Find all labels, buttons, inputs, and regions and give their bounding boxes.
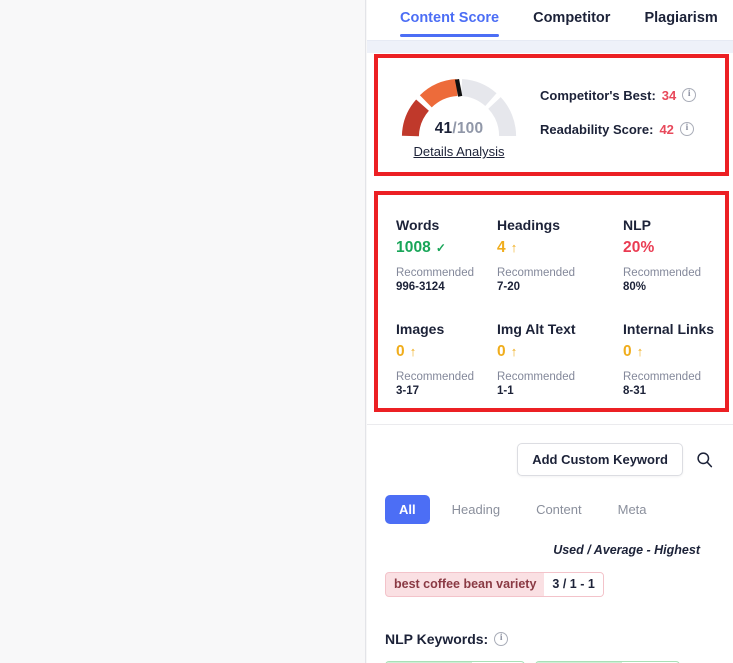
metric-internal-links: Internal Links 0 ↑ Recommended 8-31 xyxy=(623,321,725,425)
metric-nlp-rec-range: 80% xyxy=(623,281,647,294)
filter-all[interactable]: All xyxy=(385,495,430,524)
gauge-needle xyxy=(454,79,463,97)
gauge-score-max: /100 xyxy=(452,120,484,137)
readability-score-info-icon[interactable]: i xyxy=(679,122,694,136)
competitors-best-info-icon[interactable]: i xyxy=(682,88,697,102)
metric-headings-title: Headings xyxy=(497,217,561,233)
metric-words-title: Words xyxy=(396,217,440,233)
keywords-toolbar: Add Custom Keyword xyxy=(385,425,715,476)
metric-images-valueline: 0 ↑ xyxy=(396,343,497,361)
content-analysis-panel: Content Score Competitor Plagiarism 41/1… xyxy=(367,0,733,663)
metric-headings-rec-range: 7-20 xyxy=(497,281,521,294)
stat-readability-score-label: Readability Score: xyxy=(540,121,654,137)
metric-img-alt-text-valueline: 0 ↑ xyxy=(497,343,623,361)
nlp-keywords-heading: NLP Keywords: i xyxy=(385,631,715,647)
keyword-chip-count: 3 / 1 - 1 xyxy=(544,573,603,596)
metric-images-rec-label: Recommended xyxy=(396,371,474,383)
keyword-chip-name: best coffee bean variety xyxy=(394,577,537,591)
editor-canvas xyxy=(0,0,366,663)
metric-internal-links-title: Internal Links xyxy=(623,321,715,337)
tab-competitor[interactable]: Competitor xyxy=(533,0,610,36)
keyword-chip[interactable]: best coffee bean variety 3 / 1 - 1 xyxy=(385,572,604,597)
arrow-up-icon: ↑ xyxy=(510,240,518,255)
keyword-legend: Used / Average - Highest xyxy=(553,543,700,557)
metrics-grid-highlight: Words 1008 ✓ Recommended 996-3124 Headin… xyxy=(374,191,729,412)
metric-nlp-valueline: 20% xyxy=(623,239,725,257)
stat-competitors-best-label: Competitor's Best: xyxy=(540,87,656,103)
metric-words-value: 1008 xyxy=(396,239,431,256)
keywords-section: Add Custom Keyword All Heading Content M… xyxy=(367,424,733,663)
metric-images-value: 0 xyxy=(396,343,405,360)
metric-headings-value: 4 xyxy=(497,239,506,256)
metric-words-rec-range: 996-3124 xyxy=(396,281,445,294)
search-glyph xyxy=(696,452,712,468)
arrow-up-icon: ↑ xyxy=(409,344,417,359)
gauge-score-number: 41 xyxy=(434,120,453,137)
metric-nlp-value: 20% xyxy=(623,239,655,256)
content-score-gauge: 41/100 Details Analysis xyxy=(384,58,534,172)
stat-competitors-best: Competitor's Best: 34 i xyxy=(540,88,725,103)
metric-images-title: Images xyxy=(396,321,445,337)
keyword-chip-list: best coffee bean variety 3 / 1 - 1 xyxy=(385,572,715,597)
metric-img-alt-text: Img Alt Text 0 ↑ Recommended 1-1 xyxy=(497,321,623,425)
search-icon[interactable] xyxy=(693,449,715,471)
metric-words-valueline: 1008 ✓ xyxy=(396,239,497,257)
metric-nlp: NLP 20% Recommended 80% xyxy=(623,217,725,321)
gauge-score-value: 41/100 xyxy=(384,120,534,138)
keyword-filter-tabs: All Heading Content Meta xyxy=(385,495,715,524)
app-root: Content Score Competitor Plagiarism 41/1… xyxy=(0,0,733,663)
metric-headings-rec-label: Recommended xyxy=(497,267,575,279)
metric-internal-links-rec-label: Recommended xyxy=(623,371,701,383)
gauge-segment-3 xyxy=(460,79,497,107)
metric-images-rec-range: 3-17 xyxy=(396,385,420,398)
tab-content-score[interactable]: Content Score xyxy=(400,0,500,37)
metric-internal-links-rec-range: 8-31 xyxy=(623,385,647,398)
panel-tabbar: Content Score Competitor Plagiarism xyxy=(367,0,733,40)
metric-img-alt-text-rec-label: Recommended xyxy=(497,371,575,383)
stat-readability-score: Readability Score: 42 i xyxy=(540,122,725,137)
metric-img-alt-text-title: Img Alt Text xyxy=(497,321,576,337)
filter-meta[interactable]: Meta xyxy=(604,495,661,524)
nlp-keywords-info-icon[interactable]: i xyxy=(494,632,509,646)
metric-nlp-rec-label: Recommended xyxy=(623,267,701,279)
gauge-segment-2 xyxy=(419,79,458,108)
stat-competitors-best-value: 34 xyxy=(661,87,677,103)
metrics-grid: Words 1008 ✓ Recommended 996-3124 Headin… xyxy=(378,195,725,408)
details-analysis-link[interactable]: Details Analysis xyxy=(384,144,534,159)
arrow-up-icon: ↑ xyxy=(510,344,518,359)
metric-images: Images 0 ↑ Recommended 3-17 xyxy=(396,321,497,425)
tabbar-divider xyxy=(367,40,733,53)
metric-nlp-title: NLP xyxy=(623,217,651,233)
add-custom-keyword-button[interactable]: Add Custom Keyword xyxy=(517,443,683,476)
metric-internal-links-value: 0 xyxy=(623,343,632,360)
metric-headings: Headings 4 ↑ Recommended 7-20 xyxy=(497,217,623,321)
stat-readability-score-value: 42 xyxy=(659,121,674,137)
score-stats-list: Competitor's Best: 34 i Readability Scor… xyxy=(534,88,725,137)
check-icon: ✓ xyxy=(435,241,446,255)
filter-heading[interactable]: Heading xyxy=(438,495,514,524)
score-card-highlight: 41/100 Details Analysis Competitor's Bes… xyxy=(374,54,729,176)
nlp-keywords-label: NLP Keywords: xyxy=(385,631,489,647)
arrow-up-icon: ↑ xyxy=(636,344,644,359)
metric-img-alt-text-value: 0 xyxy=(497,343,506,360)
metric-img-alt-text-rec-range: 1-1 xyxy=(497,385,514,398)
tab-plagiarism[interactable]: Plagiarism xyxy=(644,0,717,36)
metric-words-rec-label: Recommended xyxy=(396,267,474,279)
metric-words: Words 1008 ✓ Recommended 996-3124 xyxy=(396,217,497,321)
metric-internal-links-valueline: 0 ↑ xyxy=(623,343,725,361)
metric-headings-valueline: 4 ↑ xyxy=(497,239,623,257)
score-card: 41/100 Details Analysis Competitor's Bes… xyxy=(378,58,725,172)
filter-content[interactable]: Content xyxy=(522,495,596,524)
